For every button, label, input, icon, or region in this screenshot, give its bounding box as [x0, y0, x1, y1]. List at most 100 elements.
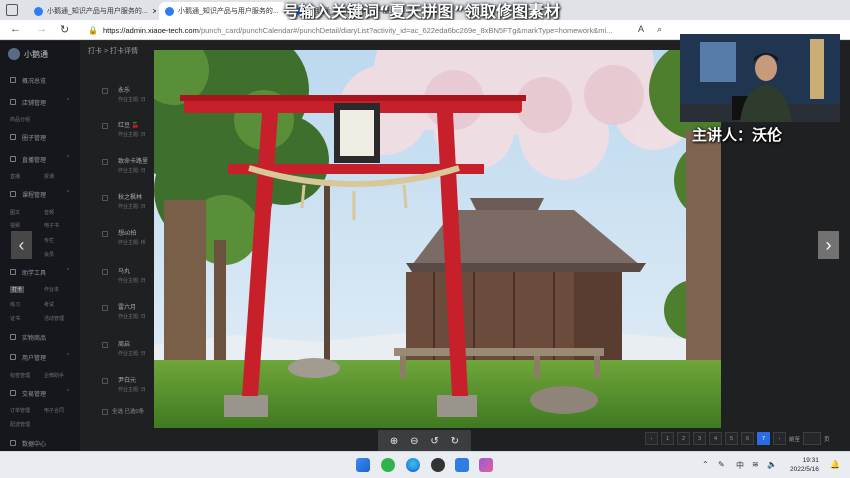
homework-topic: 作业主题: 日	[118, 278, 146, 284]
page-button[interactable]: 5	[725, 432, 738, 445]
notification-icon[interactable]: 🔔	[830, 460, 840, 469]
ime-indicator[interactable]: 中	[736, 460, 744, 471]
next-page-button[interactable]: ›	[773, 432, 786, 445]
goto-label: 前至	[789, 436, 801, 443]
tray-chevron-up-icon[interactable]: ⌃	[702, 460, 709, 469]
chevron-up-icon: ⌃	[66, 190, 71, 196]
user-name: 红豆 🍒	[118, 123, 140, 129]
window-menu-icon[interactable]	[6, 4, 18, 16]
chevron-up-icon: ⌃	[66, 353, 71, 359]
row-checkbox[interactable]	[102, 88, 108, 94]
sidebar-subitem[interactable]: 订单管理	[10, 407, 30, 414]
sidebar-subitem[interactable]: 视频	[10, 222, 20, 229]
user-name: 尹白元	[118, 378, 137, 384]
chevron-right-icon: ›	[825, 234, 832, 255]
chevron-up-icon: ⌃	[66, 155, 71, 161]
page-unit-label: 页	[824, 436, 830, 443]
homework-topic: 作业主题: 日	[118, 168, 146, 174]
sidebar-subitem[interactable]: 作业本	[44, 286, 59, 293]
menu-icon	[10, 334, 16, 340]
wechat-app-icon[interactable]	[381, 458, 395, 472]
user-name: 永乐	[118, 88, 131, 94]
sidebar-subitem[interactable]: 直播	[10, 173, 20, 180]
photos-app-icon[interactable]	[455, 458, 469, 472]
sidebar-subitem[interactable]: 标签管理	[10, 372, 30, 379]
pen-icon[interactable]: ✎	[718, 460, 725, 469]
select-all-checkbox[interactable]	[102, 408, 108, 415]
edge-browser-icon[interactable]	[406, 458, 420, 472]
sidebar-subitem[interactable]: 配送管理	[10, 421, 30, 428]
sidebar-subitem[interactable]: 活动管理	[44, 315, 64, 322]
sidebar-subitem[interactable]: 打卡	[10, 286, 25, 293]
menu-icon	[10, 191, 16, 197]
page-button[interactable]: 4	[709, 432, 722, 445]
sidebar-subitem[interactable]: 专栏	[44, 237, 54, 244]
sidebar-subitem[interactable]: 图文	[10, 209, 20, 216]
user-name: 想s0拍	[118, 231, 137, 237]
windows-taskbar: ⌃ ✎ 中 ≋ 🔈 19:31 2022/5/16 🔔	[0, 451, 850, 478]
browser-tab-1[interactable]: 小鹅通_知识产品与用户服务的... ✕	[28, 2, 156, 20]
wifi-icon[interactable]: ≋	[752, 460, 759, 469]
volume-icon[interactable]: 🔈	[767, 460, 777, 469]
sidebar-subitem[interactable]: 电子合同	[44, 407, 64, 414]
goto-page-input[interactable]	[803, 432, 822, 445]
menu-icon	[10, 354, 16, 360]
rotate-left-icon[interactable]: ↺	[430, 436, 438, 447]
page-button[interactable]: 3	[693, 432, 706, 445]
menu-icon	[10, 440, 16, 446]
page-button[interactable]: 6	[741, 432, 754, 445]
webcam-overlay	[680, 34, 840, 122]
sidebar-subitem[interactable]: 会员	[44, 251, 54, 258]
row-checkbox[interactable]	[102, 305, 108, 311]
zoom-in-icon[interactable]: ⊕	[390, 436, 398, 447]
sidebar-subitem[interactable]: 商品分组	[10, 116, 30, 123]
browser-tab-2[interactable]: 小鹅通_知识产品与用户服务的... ✕	[159, 2, 287, 20]
row-checkbox[interactable]	[102, 342, 108, 348]
obs-app-icon[interactable]	[431, 458, 445, 472]
refresh-icon[interactable]: ↻	[60, 23, 69, 36]
start-button-icon[interactable]	[356, 458, 370, 472]
sidebar-subitem[interactable]: 电子书	[44, 222, 59, 229]
zoom-icon[interactable]: ⌕	[657, 24, 662, 35]
row-checkbox[interactable]	[102, 378, 108, 384]
page-button[interactable]: 2	[677, 432, 690, 445]
prev-image-button[interactable]: ‹	[11, 231, 32, 259]
read-aloud-icon[interactable]: A	[638, 24, 644, 34]
rotate-right-icon[interactable]: ↻	[451, 436, 459, 447]
row-checkbox[interactable]	[102, 269, 108, 275]
sidebar-subitem[interactable]: 证书	[10, 315, 20, 322]
sidebar-subitem[interactable]: 练习	[10, 301, 20, 308]
close-tab-icon[interactable]: ✕	[148, 7, 156, 16]
menu-icon	[10, 77, 16, 83]
breadcrumb[interactable]: 打卡 > 打卡评情	[88, 46, 138, 56]
sidebar-subitem[interactable]: 考试	[44, 301, 54, 308]
media-app-icon[interactable]	[479, 458, 493, 472]
zoom-out-icon[interactable]: ⊖	[410, 436, 418, 447]
menu-icon	[10, 156, 16, 162]
next-image-button[interactable]: ›	[818, 231, 839, 259]
menu-icon	[10, 269, 16, 275]
user-name: 致命卡路里	[118, 159, 149, 165]
row-checkbox[interactable]	[102, 231, 108, 237]
row-checkbox[interactable]	[102, 159, 108, 165]
back-icon[interactable]: ←	[10, 23, 21, 35]
url-field[interactable]: 🔒 https://admin.xiaoe-tech.com/punch_car…	[88, 24, 648, 37]
page-button[interactable]: 7	[757, 432, 770, 445]
preview-image	[154, 50, 721, 428]
chevron-up-icon: ⌃	[66, 268, 71, 274]
select-all[interactable]: 全选 已选0条	[102, 407, 144, 415]
prev-page-button[interactable]: ‹	[645, 432, 658, 445]
sidebar-subitem[interactable]: 音频	[44, 209, 54, 216]
menu-icon	[10, 99, 16, 105]
chevron-left-icon: ‹	[18, 234, 25, 255]
sidebar-subitem[interactable]: 拆课	[44, 173, 54, 180]
brand-logo[interactable]: 小鹅通	[8, 48, 48, 60]
row-checkbox[interactable]	[102, 123, 108, 129]
row-checkbox[interactable]	[102, 195, 108, 201]
forward-icon[interactable]: →	[36, 23, 47, 35]
page-button[interactable]: 1	[661, 432, 674, 445]
sidebar-subitem[interactable]: 企微助手	[44, 372, 64, 379]
xiaoe-favicon-icon	[34, 6, 43, 16]
menu-icon	[10, 134, 16, 140]
system-clock[interactable]: 19:31 2022/5/16	[790, 456, 819, 474]
